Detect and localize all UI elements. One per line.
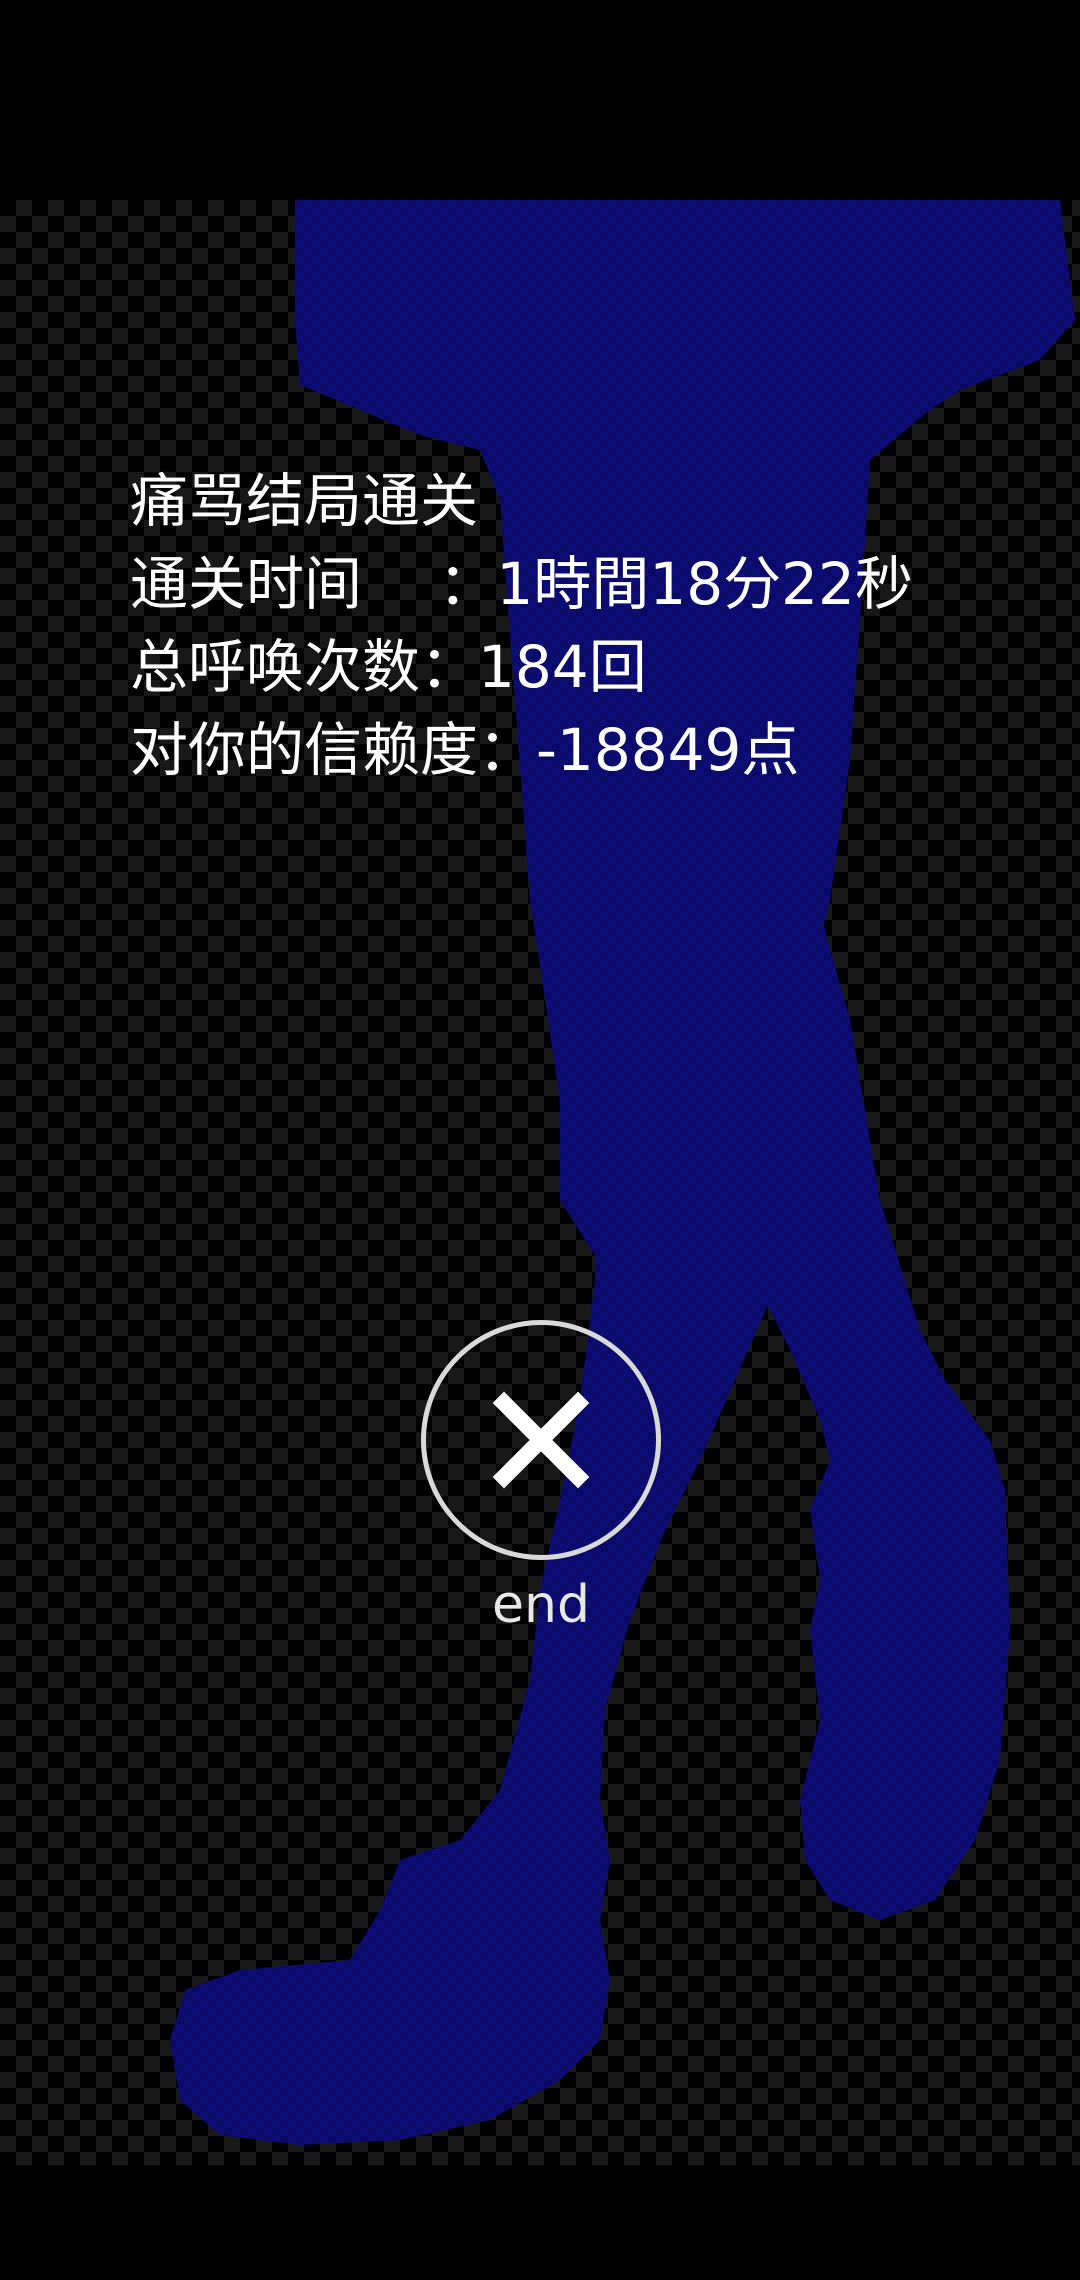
result-stats: 痛骂结局通关 通关时间 ：1時間18分22秒 总呼唤次数：184回 对你的信赖度… [130,460,913,792]
end-label[interactable]: end [421,1575,661,1635]
close-icon [492,1391,590,1489]
clear-time: 通关时间 ：1時間18分22秒 [130,550,913,618]
call-count: 总呼唤次数：184回 [130,633,647,701]
ending-title: 痛骂结局通关 [130,467,479,535]
game-screen: 痛骂结局通关 通关时间 ：1時間18分22秒 总呼唤次数：184回 对你的信赖度… [0,0,1080,2280]
trust-level: 对你的信赖度：-18849点 [130,716,800,784]
end-button[interactable] [421,1320,661,1560]
